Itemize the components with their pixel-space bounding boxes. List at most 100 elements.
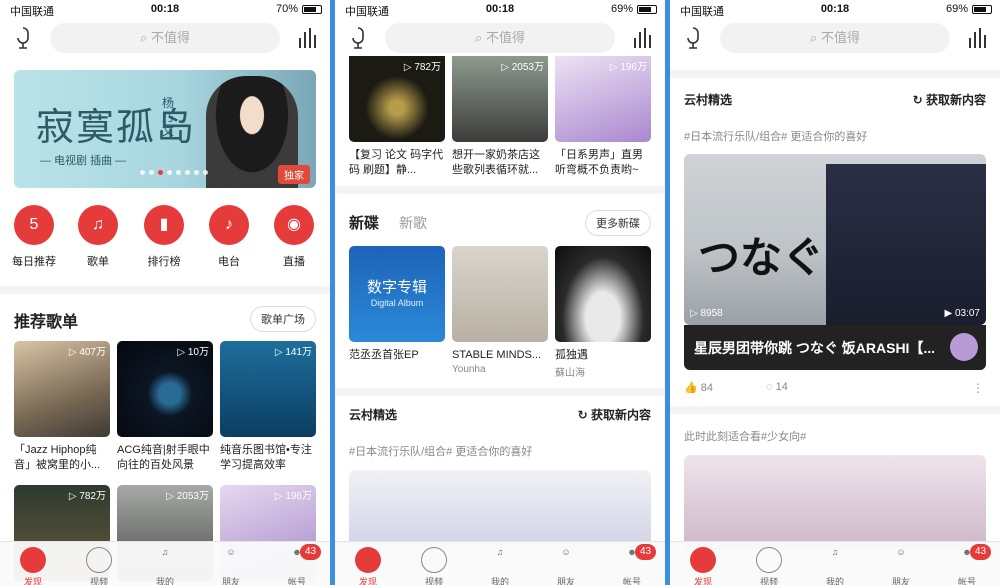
tab-friends[interactable]: ☺ 朋友: [198, 542, 264, 585]
tab-bar: 发现 视频 ♫ 我的 ☺ 朋友 ☻ 帐号 43: [335, 541, 665, 585]
nav-live[interactable]: ◉ 直播: [264, 205, 324, 269]
tab-account[interactable]: ☻ 帐号 43: [264, 542, 330, 585]
album-card[interactable]: 数字专辑 Digital Album 范丞丞首张EP: [349, 246, 445, 364]
refresh-button[interactable]: ↻ 获取新内容: [913, 91, 986, 108]
video-title-bar[interactable]: 星辰男团带你跳 つなぐ 饭ARASHI【...: [684, 325, 986, 370]
video-thumbnail[interactable]: つなぐ ▷ 8958 ▶ 03:07: [684, 154, 986, 325]
album-cover: 数字专辑 Digital Album: [349, 246, 445, 342]
search-input[interactable]: ⌕ 不值得: [720, 23, 950, 53]
notification-badge: 43: [635, 544, 657, 560]
tab-discover[interactable]: 发现: [335, 542, 401, 585]
tab-account[interactable]: ☻ 帐号 43: [934, 542, 1000, 585]
search-input[interactable]: ⌕ 不值得: [385, 23, 615, 53]
playlist-card[interactable]: ▷ 782万 【复习 论文 码字代码 刷题】静...: [349, 56, 445, 178]
nav-playlist[interactable]: ♫ 歌单: [68, 205, 128, 269]
tab-mine[interactable]: ♫ 我的: [802, 542, 868, 585]
nav-label: 直播: [283, 256, 305, 268]
playlist-cover: ▷ 141万: [220, 341, 316, 437]
tab-mine[interactable]: ♫ 我的: [467, 542, 533, 585]
microphone-icon[interactable]: [684, 26, 702, 50]
search-input[interactable]: ⌕ 不值得: [50, 23, 280, 53]
nav-daily[interactable]: 5 每日推荐: [4, 205, 64, 269]
album-card[interactable]: 孤独遇 蘇山海: [555, 246, 651, 379]
equalizer-icon[interactable]: [968, 28, 988, 48]
album-cover: [452, 246, 548, 342]
microphone-icon[interactable]: [14, 26, 32, 50]
radio-icon: ♪: [209, 205, 249, 245]
banner[interactable]: 寂寞孤岛 杨乃文 — 电视剧 插曲 — 独家: [14, 70, 316, 188]
video-title: 星辰男团带你跳 つなぐ 饭ARASHI【...: [694, 340, 934, 356]
video-play-count: ▷ 8958: [690, 308, 723, 319]
album-title: STABLE MINDS...: [452, 349, 542, 361]
nav-radio[interactable]: ♪ 电台: [199, 205, 259, 269]
play-count: ▷ 196万: [609, 62, 647, 73]
microphone-icon[interactable]: [349, 26, 367, 50]
playlist-card[interactable]: ▷ 407万 「Jazz Hiphop纯音」被窝里的小...: [14, 341, 110, 473]
video-band-photo: [826, 164, 986, 325]
play-count: ▷ 407万: [68, 347, 106, 358]
battery-percent: 69%: [945, 3, 968, 15]
hashtag-line[interactable]: #日本流行乐队/组合# 更适合你的喜好: [349, 443, 532, 459]
more-albums-button[interactable]: 更多新碟: [585, 210, 651, 236]
playlist-card[interactable]: ▷ 141万 纯音乐图书馆•专注学习提高效率: [220, 341, 316, 473]
tab-mine[interactable]: ♫ 我的: [132, 542, 198, 585]
top-bar: ⌕ 不值得: [670, 20, 1000, 56]
discover-icon: [355, 547, 381, 573]
tab-discover[interactable]: 发现: [0, 542, 66, 585]
feed-title: 云村精选: [349, 408, 398, 422]
nav-label: 排行榜: [147, 256, 181, 268]
playlist-title: ACG纯音|射手眼中向往的百处风景: [117, 444, 210, 471]
search-placeholder: 不值得: [150, 30, 190, 45]
play-count: ▷ 196万: [274, 491, 312, 502]
tab-video[interactable]: 视频: [401, 542, 467, 585]
tab-new-songs[interactable]: 新歌: [399, 213, 427, 233]
hashtag-line[interactable]: 此时此刻适合看#少女向#: [684, 428, 806, 444]
tab-friends[interactable]: ☺ 朋友: [533, 542, 599, 585]
like-button[interactable]: 👍 84: [684, 381, 713, 394]
equalizer-icon[interactable]: [298, 28, 318, 48]
album-card[interactable]: STABLE MINDS... Younha: [452, 246, 548, 375]
nav-label: 电台: [218, 256, 240, 268]
video-overlay-text: つなぐ: [698, 233, 825, 282]
tab-video[interactable]: 视频: [66, 542, 132, 585]
playlist-cover: ▷ 10万: [117, 341, 213, 437]
tab-bar: 发现 视频 ♫ 我的 ☺ 朋友 ☻ 帐号 43: [0, 541, 330, 585]
chart-icon: ▮: [144, 205, 184, 245]
screen-discover-1: 中国联通 00:18 70% ⌕ 不值得 寂寞孤岛 杨乃文 — 电视剧 插曲 —…: [0, 0, 330, 585]
more-icon[interactable]: ⋮: [972, 381, 984, 395]
tab-account[interactable]: ☻ 帐号 43: [599, 542, 665, 585]
play-count: ▷ 782万: [403, 62, 441, 73]
video-icon: [86, 547, 112, 573]
refresh-icon: ↻: [577, 408, 591, 422]
battery-icon: [302, 5, 322, 14]
play-count: ▷ 10万: [177, 347, 209, 358]
tab-video[interactable]: 视频: [736, 542, 802, 585]
nav-charts[interactable]: ▮ 排行榜: [134, 205, 194, 269]
equalizer-icon[interactable]: [633, 28, 653, 48]
notification-badge: 43: [300, 544, 322, 560]
divider: [335, 388, 665, 396]
playlist-title: 纯音乐图书馆•专注学习提高效率: [220, 444, 312, 471]
playlist-card[interactable]: ▷ 10万 ACG纯音|射手眼中向往的百处风景: [117, 341, 213, 473]
comment-button[interactable]: ◌ 14: [766, 381, 788, 393]
tab-discover[interactable]: 发现: [670, 542, 736, 585]
playlist-square-button[interactable]: 歌单广场: [250, 306, 316, 332]
hashtag-line[interactable]: #日本流行乐队/组合# 更适合你的喜好: [684, 128, 867, 144]
playlist-card[interactable]: ▷ 2053万 想开一家奶茶店这些歌列表循环就...: [452, 56, 548, 178]
exclusive-tag: 独家: [278, 165, 310, 184]
avatar[interactable]: [950, 333, 978, 361]
video-thumbnail[interactable]: [684, 455, 986, 550]
playlist-icon: ♫: [78, 205, 118, 245]
section-title: 推荐歌单: [14, 314, 79, 331]
screen-discover-3: 中国联通 00:18 69% ⌕ 不值得 云村精选 ↻ 获取新内容 #日本流行乐…: [670, 0, 1000, 585]
play-count: ▷ 2053万: [166, 491, 209, 502]
playlist-card[interactable]: ▷ 196万 「日系男声」直男听弯概不负责哟~: [555, 56, 651, 178]
playlist-cover: ▷ 2053万: [452, 56, 548, 142]
video-thumbnail[interactable]: [349, 470, 651, 550]
divider: [670, 406, 1000, 414]
refresh-button[interactable]: ↻ 获取新内容: [578, 406, 651, 423]
tab-new-albums[interactable]: 新碟: [349, 212, 379, 233]
battery-icon: [637, 5, 657, 14]
tab-friends[interactable]: ☺ 朋友: [868, 542, 934, 585]
feed-title: 云村精选: [684, 93, 733, 107]
